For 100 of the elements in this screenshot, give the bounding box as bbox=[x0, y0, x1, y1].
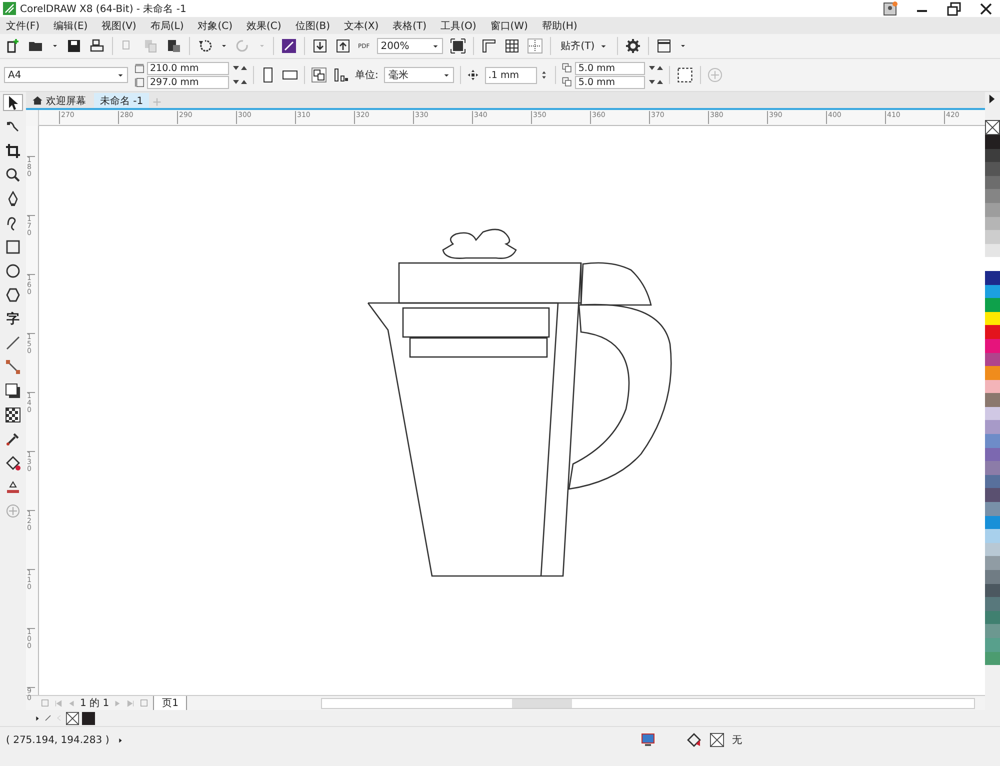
color-swatch[interactable] bbox=[985, 406, 1000, 420]
color-swatch[interactable] bbox=[985, 570, 1000, 584]
all-pages-icon[interactable] bbox=[311, 67, 327, 83]
home-icon bbox=[32, 95, 43, 106]
color-swatch[interactable] bbox=[985, 584, 1000, 598]
fill-bucket-icon[interactable] bbox=[686, 732, 702, 748]
current-page-icon[interactable] bbox=[333, 67, 349, 83]
undo-icon[interactable] bbox=[197, 38, 213, 54]
color-swatch[interactable] bbox=[985, 148, 1000, 162]
menu-item[interactable]: 布局(L) bbox=[150, 18, 184, 32]
profile-icon[interactable] bbox=[882, 0, 898, 16]
guidelines-icon[interactable] bbox=[526, 38, 543, 54]
menu-item[interactable]: 文本(X) bbox=[344, 18, 379, 32]
nudge-icon bbox=[467, 69, 480, 81]
new-document-icon[interactable] bbox=[5, 38, 21, 54]
color-swatch[interactable] bbox=[985, 338, 1000, 352]
color-swatch[interactable] bbox=[985, 542, 1000, 556]
document-tab[interactable]: 未命名 -1 bbox=[94, 93, 150, 108]
color-swatch[interactable] bbox=[985, 393, 1000, 407]
color-swatch[interactable] bbox=[985, 202, 1000, 217]
color-swatch[interactable] bbox=[985, 312, 1000, 326]
spin-arrows-icon[interactable] bbox=[647, 77, 664, 87]
zoom-dropdown[interactable]: 200% bbox=[376, 38, 443, 54]
color-swatch[interactable] bbox=[985, 556, 1000, 570]
expand-arrow-icon[interactable] bbox=[117, 736, 124, 744]
window-title: CorelDRAW X8 (64-Bit) - 未命名 -1 bbox=[20, 2, 186, 16]
nudge-field[interactable]: .1 mm bbox=[485, 66, 538, 84]
color-swatch[interactable] bbox=[985, 474, 1000, 488]
spin-arrows-icon[interactable] bbox=[231, 63, 247, 73]
color-swatch[interactable] bbox=[985, 135, 1000, 149]
color-swatch[interactable] bbox=[985, 257, 1000, 271]
spin-arrows-icon[interactable] bbox=[647, 63, 664, 73]
color-swatch[interactable] bbox=[985, 516, 1000, 530]
color-swatch[interactable] bbox=[985, 325, 1000, 339]
color-swatch[interactable] bbox=[985, 162, 1000, 176]
print-icon[interactable] bbox=[89, 38, 105, 54]
export-icon[interactable] bbox=[335, 38, 351, 54]
save-icon[interactable] bbox=[66, 38, 82, 54]
paste-icon[interactable] bbox=[166, 38, 182, 54]
spin-arrows-icon[interactable] bbox=[231, 77, 247, 87]
color-swatch[interactable] bbox=[985, 189, 1000, 203]
color-swatch[interactable] bbox=[985, 284, 1000, 298]
document-swatch[interactable] bbox=[82, 712, 95, 724]
menu-item[interactable]: 视图(V) bbox=[102, 18, 136, 32]
text-tool[interactable]: 字 bbox=[3, 310, 23, 327]
no-color-swatch-icon[interactable] bbox=[985, 120, 1000, 135]
color-proof-icon[interactable] bbox=[640, 732, 656, 748]
color-swatch[interactable] bbox=[985, 298, 1000, 312]
expand-arrow-icon[interactable] bbox=[34, 714, 41, 722]
color-swatch[interactable] bbox=[985, 652, 1000, 666]
page-height-field[interactable]: 297.0 mm bbox=[147, 76, 229, 88]
no-fill-swatch-icon[interactable] bbox=[710, 733, 724, 747]
menu-item[interactable]: 窗口(W) bbox=[490, 18, 528, 32]
color-swatch[interactable] bbox=[985, 461, 1000, 475]
color-swatch[interactable] bbox=[985, 638, 1000, 652]
color-swatch[interactable] bbox=[985, 244, 1000, 258]
color-swatch[interactable] bbox=[985, 434, 1000, 448]
page-counter: 1 的 1 bbox=[80, 697, 110, 710]
rulers-icon[interactable] bbox=[480, 38, 497, 54]
menu-item[interactable]: 文件(F) bbox=[6, 18, 40, 32]
color-swatch[interactable] bbox=[985, 610, 1000, 624]
color-swatch[interactable] bbox=[985, 352, 1000, 366]
import-icon[interactable] bbox=[312, 38, 328, 54]
restore-icon[interactable] bbox=[946, 0, 962, 16]
page-size-dropdown[interactable]: A4 bbox=[4, 67, 128, 83]
bounding-box-icon[interactable] bbox=[676, 66, 694, 84]
color-swatch[interactable] bbox=[985, 488, 1000, 502]
menu-item[interactable]: 效果(C) bbox=[246, 18, 282, 32]
color-swatch[interactable] bbox=[985, 529, 1000, 543]
color-swatch[interactable] bbox=[985, 176, 1000, 190]
snap-dropdown[interactable]: 贴齐(T) bbox=[558, 38, 610, 54]
color-swatch[interactable] bbox=[985, 448, 1000, 462]
full-screen-icon[interactable] bbox=[450, 38, 466, 54]
menu-item[interactable]: 编辑(E) bbox=[54, 18, 88, 32]
window-layout-icon[interactable] bbox=[656, 38, 672, 54]
launcher-icon[interactable] bbox=[281, 38, 297, 54]
close-icon[interactable] bbox=[978, 0, 994, 16]
color-swatch[interactable] bbox=[985, 502, 1000, 516]
menu-item[interactable]: 表格(T) bbox=[392, 18, 427, 32]
menu-item[interactable]: 帮助(H) bbox=[542, 18, 578, 32]
unit-dropdown[interactable]: 毫米 bbox=[384, 67, 454, 83]
color-swatch[interactable] bbox=[985, 230, 1000, 244]
grid-icon[interactable] bbox=[504, 38, 520, 54]
no-color-swatch-icon[interactable] bbox=[66, 712, 79, 724]
horizontal-scrollbar[interactable] bbox=[321, 698, 975, 708]
color-swatch[interactable] bbox=[985, 366, 1000, 380]
color-swatch[interactable] bbox=[985, 624, 1000, 638]
menu-item[interactable]: 工具(O) bbox=[440, 18, 476, 32]
duplicate-y-field[interactable]: 5.0 mm bbox=[575, 76, 646, 88]
page-width-field[interactable]: 210.0 mm bbox=[147, 62, 229, 74]
menu-item[interactable]: 对象(C) bbox=[198, 18, 233, 32]
color-swatch[interactable] bbox=[985, 270, 1000, 285]
color-swatch[interactable] bbox=[985, 380, 1000, 394]
color-swatch[interactable] bbox=[985, 216, 1000, 230]
page-tab[interactable]: 页1 bbox=[153, 696, 188, 710]
color-swatch[interactable] bbox=[985, 597, 1000, 611]
settings-icon[interactable] bbox=[624, 38, 641, 54]
duplicate-x-field[interactable]: 5.0 mm bbox=[575, 62, 646, 74]
menu-item[interactable]: 位图(B) bbox=[295, 18, 330, 32]
color-swatch[interactable] bbox=[985, 420, 1000, 434]
